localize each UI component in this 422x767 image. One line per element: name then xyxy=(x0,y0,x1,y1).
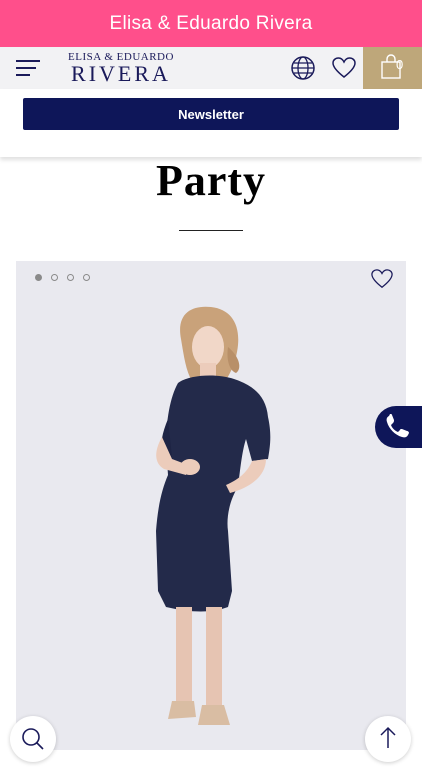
cart-count-badge: 0 xyxy=(396,57,404,72)
search-button[interactable] xyxy=(10,716,56,762)
logo-main-text: RIVERA xyxy=(71,61,171,86)
search-icon xyxy=(22,728,44,750)
arrow-up-icon xyxy=(380,726,396,748)
language-button[interactable] xyxy=(290,55,316,81)
heart-icon xyxy=(332,57,356,78)
menu-button[interactable] xyxy=(14,56,42,80)
newsletter-button[interactable]: Newsletter xyxy=(23,98,399,130)
carousel-dot-4[interactable] xyxy=(83,274,90,281)
heart-icon xyxy=(371,269,393,289)
page-title: Party xyxy=(155,156,267,205)
carousel-dot-3[interactable] xyxy=(67,274,74,281)
newsletter-bar: Newsletter xyxy=(0,89,422,157)
app-title: Elisa & Eduardo Rivera xyxy=(109,12,313,34)
product-card[interactable] xyxy=(16,261,406,750)
menu-icon xyxy=(16,60,40,76)
phone-icon xyxy=(386,414,409,438)
globe-icon xyxy=(291,56,315,80)
scroll-top-button[interactable] xyxy=(365,716,411,762)
carousel-dot-2[interactable] xyxy=(51,274,58,281)
brand-logo[interactable]: ELISA & EDUARDO RIVERA xyxy=(60,51,182,85)
wishlist-button[interactable] xyxy=(331,55,357,81)
app-title-bar: Elisa & Eduardo Rivera xyxy=(0,0,422,47)
cart-button[interactable]: 0 xyxy=(363,47,422,89)
title-divider xyxy=(179,230,243,231)
call-button[interactable] xyxy=(375,406,422,448)
site-header: ELISA & EDUARDO RIVERA 0 xyxy=(0,47,422,89)
carousel-indicators xyxy=(35,274,90,281)
product-wishlist-button[interactable] xyxy=(370,268,394,290)
product-image[interactable] xyxy=(16,261,406,750)
carousel-dot-1[interactable] xyxy=(35,274,42,281)
